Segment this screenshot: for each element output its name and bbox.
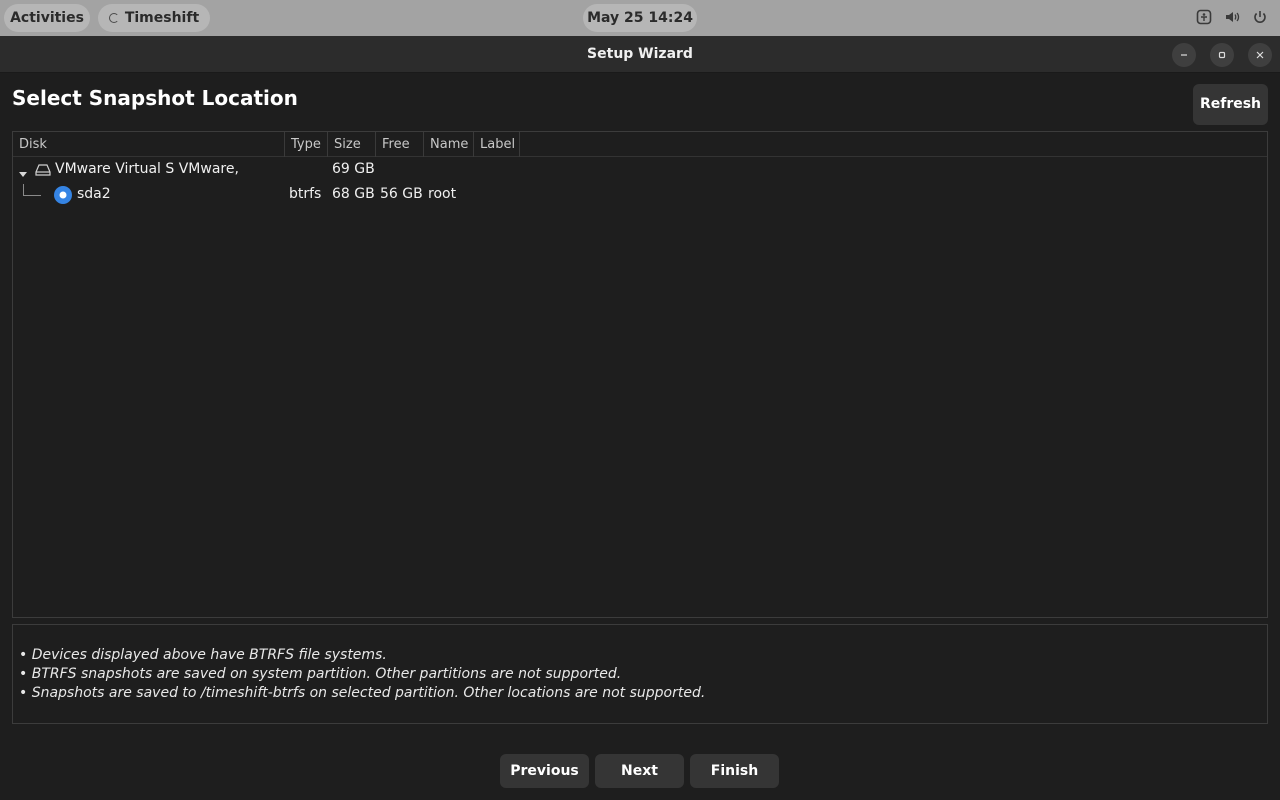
radio-selected[interactable] [53, 185, 73, 209]
partition-type: btrfs [289, 186, 322, 202]
volume-icon[interactable] [1224, 9, 1240, 25]
tree-connector [23, 184, 41, 196]
partition-free: 56 GB [380, 186, 423, 202]
finish-button[interactable]: Finish [690, 754, 779, 788]
close-button[interactable] [1248, 43, 1272, 67]
disk-name: VMware Virtual S VMware, [55, 161, 239, 177]
info-notes: • Devices displayed above have BTRFS fil… [12, 624, 1268, 724]
previous-button[interactable]: Previous [500, 754, 589, 788]
column-size[interactable]: Size [328, 132, 376, 157]
partition-size: 68 GB [332, 186, 375, 202]
activities-button[interactable]: Activities [4, 4, 90, 32]
column-disk[interactable]: Disk [13, 132, 285, 157]
system-tray[interactable] [1196, 9, 1268, 25]
loading-icon [108, 13, 119, 23]
accessibility-icon[interactable] [1196, 9, 1212, 25]
disk-tree[interactable]: Disk Type Size Free Name Label VMware Vi… [12, 131, 1268, 618]
disk-size: 69 GB [332, 161, 375, 177]
minimize-button[interactable] [1172, 43, 1196, 67]
page-title: Select Snapshot Location [12, 86, 298, 110]
window-title: Setup Wizard [587, 46, 693, 62]
maximize-button[interactable] [1210, 43, 1234, 67]
tree-header: Disk Type Size Free Name Label [13, 132, 1267, 157]
window-titlebar: Setup Wizard [0, 36, 1280, 73]
refresh-button[interactable]: Refresh [1193, 84, 1268, 125]
next-button[interactable]: Next [595, 754, 684, 788]
clock-button[interactable]: May 25 14:24 [583, 4, 697, 32]
minimize-icon [1181, 54, 1187, 56]
power-icon[interactable] [1252, 9, 1268, 25]
partition-fs-name: root [428, 186, 457, 202]
note-line: • Snapshots are saved to /timeshift-btrf… [19, 685, 706, 701]
restore-icon [1218, 51, 1226, 59]
note-line: • Devices displayed above have BTRFS fil… [19, 647, 387, 663]
app-menu-button[interactable]: Timeshift [98, 4, 210, 32]
expander-icon[interactable] [18, 164, 28, 183]
drive-icon [35, 162, 51, 181]
column-label[interactable]: Label [474, 132, 520, 157]
app-name: Timeshift [124, 10, 200, 26]
close-icon [1256, 51, 1264, 59]
top-bar: Activities Timeshift May 25 14:24 [0, 0, 1280, 36]
column-name[interactable]: Name [424, 132, 474, 157]
partition-name: sda2 [77, 186, 111, 202]
column-type[interactable]: Type [285, 132, 328, 157]
column-free[interactable]: Free [376, 132, 424, 157]
note-line: • BTRFS snapshots are saved on system pa… [19, 666, 622, 682]
